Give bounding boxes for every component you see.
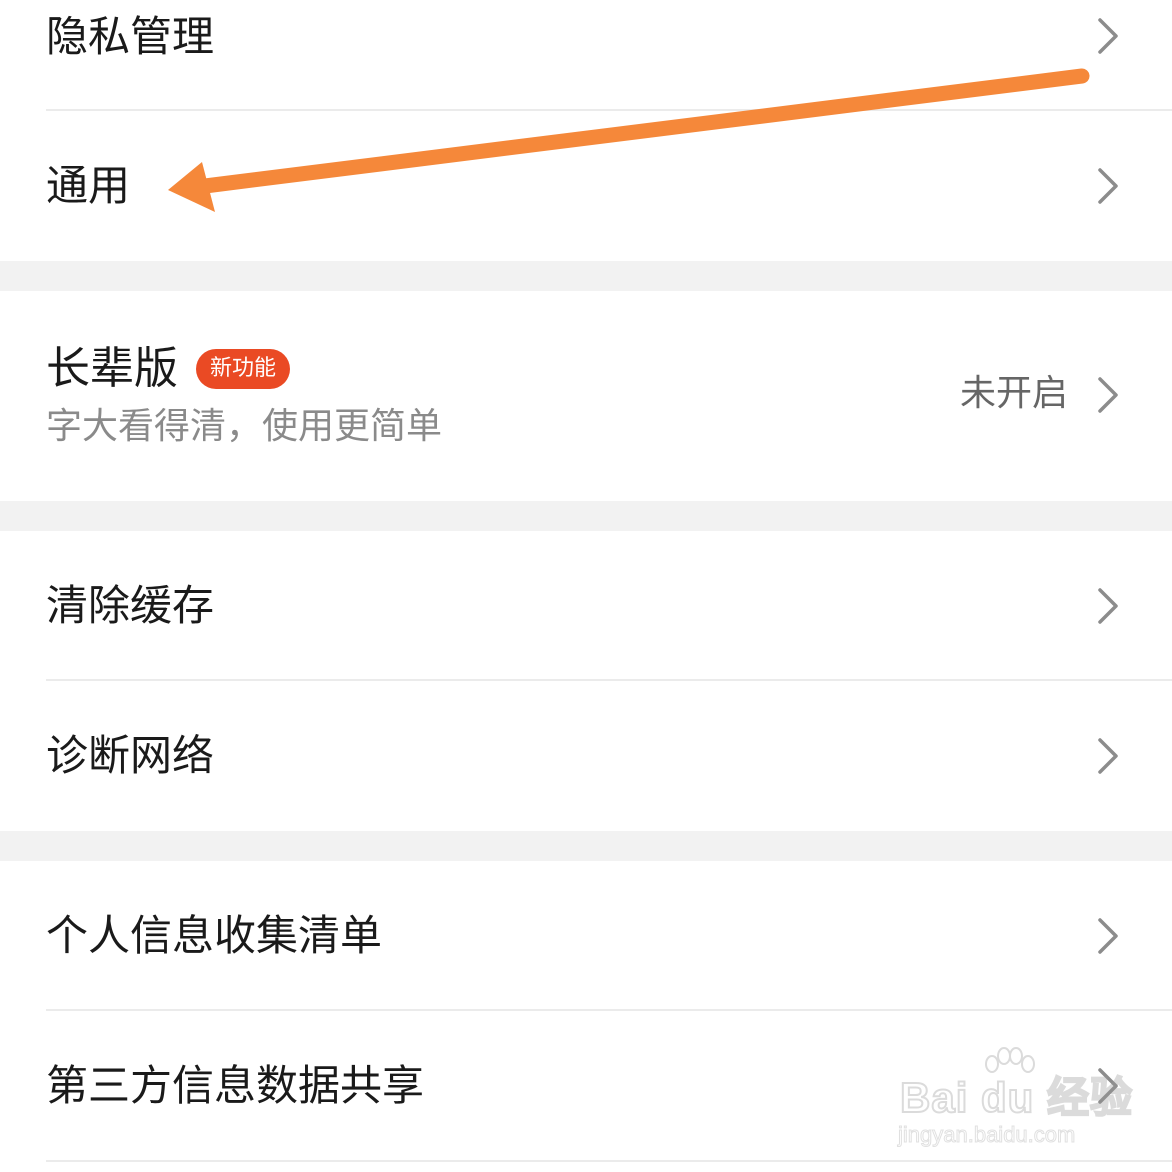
- divider: [46, 1160, 1172, 1162]
- settings-item-diagnose-network-label: 诊断网络: [46, 731, 215, 780]
- section-gap: [0, 501, 1172, 531]
- settings-item-diagnose-network[interactable]: 诊断网络: [0, 681, 1172, 831]
- settings-item-general[interactable]: 通用: [0, 111, 1172, 261]
- settings-item-privacy-label: 隐私管理: [46, 12, 215, 61]
- section-gap: [0, 831, 1172, 861]
- chevron-right-icon: [1098, 18, 1118, 54]
- chevron-right-icon: [1098, 377, 1118, 413]
- elder-mode-status: 未开启: [959, 373, 1068, 414]
- chevron-right-icon: [1098, 918, 1118, 954]
- settings-item-privacy[interactable]: 隐私管理: [0, 0, 1172, 110]
- settings-item-clear-cache[interactable]: 清除缓存: [0, 531, 1172, 681]
- chevron-right-icon: [1098, 738, 1118, 774]
- settings-item-clear-cache-label: 清除缓存: [46, 581, 215, 630]
- settings-item-general-label: 通用: [46, 161, 131, 210]
- settings-item-third-party-sharing-label: 第三方信息数据共享: [46, 1061, 425, 1110]
- settings-item-personal-info-list-label: 个人信息收集清单: [46, 911, 383, 960]
- chevron-right-icon: [1098, 168, 1118, 204]
- chevron-right-icon: [1098, 588, 1118, 624]
- settings-item-third-party-sharing[interactable]: 第三方信息数据共享: [0, 1011, 1172, 1161]
- settings-item-elder-mode-subtitle: 字大看得清，使用更简单: [46, 406, 443, 447]
- chevron-right-icon: [1098, 1068, 1118, 1104]
- section-gap: [0, 261, 1172, 291]
- settings-item-personal-info-list[interactable]: 个人信息收集清单: [0, 861, 1172, 1011]
- settings-page: 隐私管理 通用 长辈版 新功能 字大看得清，使用更简单 未开启 清除缓存 诊断网…: [0, 0, 1172, 1172]
- settings-item-elder-mode-label: 长辈版: [46, 343, 178, 394]
- new-feature-badge: 新功能: [196, 349, 290, 389]
- settings-item-elder-mode[interactable]: 长辈版 新功能 字大看得清，使用更简单 未开启: [0, 291, 1172, 501]
